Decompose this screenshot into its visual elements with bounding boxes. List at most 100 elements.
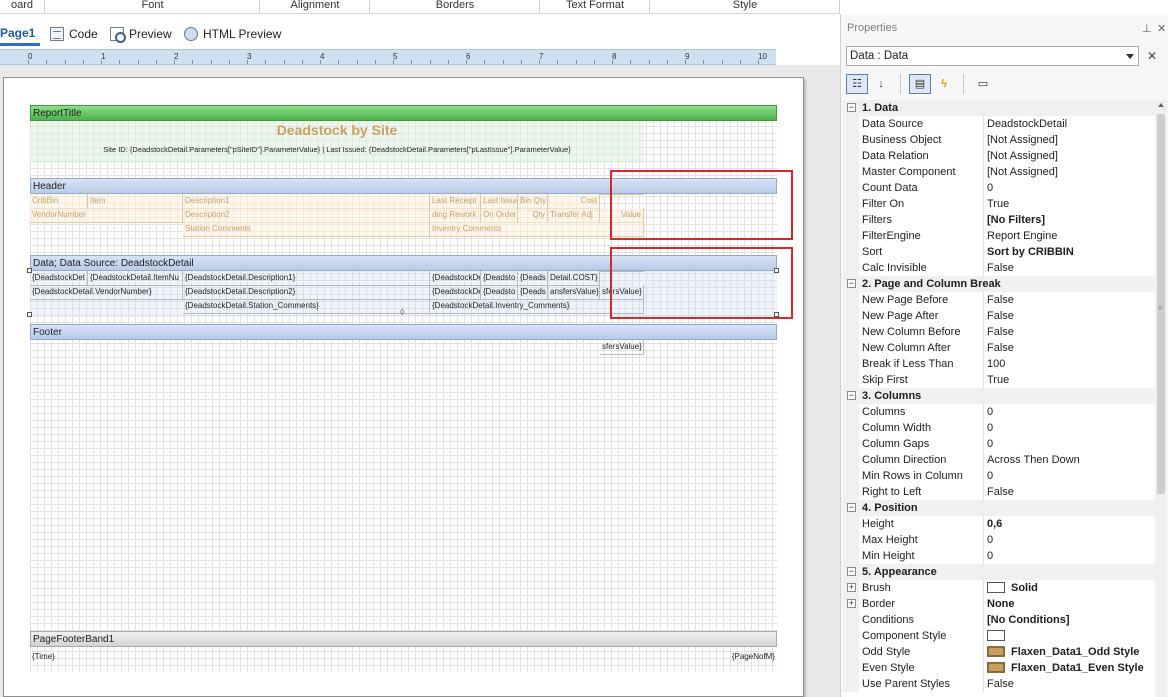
data-cell[interactable]: {DeadstockDetail.Station_Comments} (183, 299, 430, 314)
resize-handle[interactable] (27, 268, 32, 273)
property-row[interactable]: Even Style Flaxen_Data1_Even Style (843, 660, 1155, 676)
resize-handle[interactable] (27, 312, 32, 317)
property-category[interactable]: −5. Appearance (843, 564, 1155, 580)
move-handle-icon[interactable]: ◊ (400, 307, 404, 317)
property-value[interactable]: 0 (987, 436, 1155, 452)
expand-icon[interactable]: + (847, 583, 856, 592)
property-value[interactable]: Flaxen_Data1_Odd Style (987, 644, 1155, 660)
property-row[interactable]: Data Source DeadstockDetail (843, 116, 1155, 132)
property-value[interactable]: Solid (987, 580, 1155, 596)
header-cell[interactable]: ding Rework (430, 208, 481, 223)
property-value[interactable]: False (987, 260, 1155, 276)
property-value[interactable]: True (987, 196, 1155, 212)
data-cell[interactable]: {DeadstockDetail.ItemNu (88, 271, 183, 286)
scroll-up-icon[interactable] (1158, 103, 1164, 107)
property-value[interactable]: False (987, 484, 1155, 500)
property-value[interactable]: None (987, 596, 1155, 612)
property-value[interactable]: Sort by CRIBBIN (987, 244, 1155, 260)
header-cell[interactable]: Last Issue (481, 194, 518, 209)
events-icon[interactable]: ϟ (933, 74, 955, 94)
component-selector[interactable]: Data : Data (846, 46, 1139, 66)
data-cell[interactable]: {DeadstockDe (430, 285, 481, 300)
property-category[interactable]: −3. Columns (843, 388, 1155, 404)
property-value[interactable]: 0 (987, 420, 1155, 436)
property-value[interactable]: 0 (987, 548, 1155, 564)
data-cell[interactable]: {Deadsto (481, 285, 518, 300)
data-cell[interactable]: {DeadstockDet (30, 271, 88, 286)
property-value[interactable]: False (987, 292, 1155, 308)
report-area[interactable]: ReportTitle Deadstock by Site Site ID: {… (27, 105, 793, 672)
header-cell[interactable]: Station Comments (183, 222, 430, 237)
property-value[interactable]: DeadstockDetail (987, 116, 1155, 132)
property-category[interactable]: −4. Position (843, 500, 1155, 516)
property-row[interactable]: Master Component [Not Assigned] (843, 164, 1155, 180)
property-row[interactable]: Column Direction Across Then Down (843, 452, 1155, 468)
header-cell[interactable]: Description1 (183, 194, 430, 209)
data-cell[interactable] (30, 299, 183, 300)
band-footer[interactable]: Footer (30, 324, 777, 340)
band-page-footer[interactable]: PageFooterBand1 (30, 631, 777, 647)
property-value[interactable]: Across Then Down (987, 452, 1155, 468)
property-row[interactable]: Right to Left False (843, 484, 1155, 500)
collapse-icon[interactable]: − (847, 503, 856, 512)
page-footer-pagenofm[interactable]: {PageNofM} (718, 650, 777, 664)
property-value[interactable]: 0,6 (987, 516, 1155, 532)
footer-cell[interactable]: sfersValue} (600, 340, 644, 355)
properties-scrollbar[interactable]: ≡ (1155, 100, 1167, 697)
data-cell[interactable]: Detail.COST} (548, 271, 600, 286)
property-value[interactable]: [Not Assigned] (987, 132, 1155, 148)
data-cell[interactable]: {Deads (518, 271, 548, 286)
categorized-icon[interactable]: ☷ (846, 74, 868, 94)
header-cell[interactable]: Bin Qty (518, 194, 548, 209)
collapse-icon[interactable]: − (847, 103, 856, 112)
component-icon[interactable]: ▭ (972, 74, 994, 94)
property-row[interactable]: New Column After False (843, 340, 1155, 356)
data-cell[interactable]: {DeadstockDetail.Description2} (183, 285, 430, 300)
property-value[interactable]: 0 (987, 468, 1155, 484)
tab-preview[interactable]: Preview (110, 22, 172, 46)
property-row[interactable]: Min Height 0 (843, 548, 1155, 564)
header-cell[interactable]: On Order (481, 208, 518, 223)
data-cell[interactable]: {DeadstockDetail.Description1} (183, 271, 430, 286)
header-cell[interactable]: Last Receipt (430, 194, 481, 209)
pin-icon[interactable]: ⊥ (1142, 22, 1152, 35)
property-row[interactable]: Min Rows in Column 0 (843, 468, 1155, 484)
header-cell[interactable]: CribBin (30, 194, 88, 209)
report-subtitle-text[interactable]: Site ID: {DeadstockDetail.Parameters["pS… (30, 145, 644, 154)
property-row[interactable]: New Page Before False (843, 292, 1155, 308)
property-row[interactable]: Odd Style Flaxen_Data1_Odd Style (843, 644, 1155, 660)
property-category[interactable]: −2. Page and Column Break (843, 276, 1155, 292)
tab-page1[interactable]: Page1 (0, 22, 40, 46)
property-value[interactable]: [No Conditions] (987, 612, 1155, 628)
property-value[interactable]: False (987, 308, 1155, 324)
property-row[interactable]: New Page After False (843, 308, 1155, 324)
data-cell[interactable]: ansfersValue} (548, 285, 600, 300)
close-icon[interactable]: ✕ (1157, 22, 1166, 35)
properties-icon[interactable]: ▤ (909, 74, 931, 94)
property-row[interactable]: Height 0,6 (843, 516, 1155, 532)
property-row[interactable]: Sort Sort by CRIBBIN (843, 244, 1155, 260)
property-value[interactable]: [Not Assigned] (987, 148, 1155, 164)
property-value[interactable]: Report Engine (987, 228, 1155, 244)
header-cell[interactable]: Cost (548, 194, 600, 209)
property-row[interactable]: Business Object [Not Assigned] (843, 132, 1155, 148)
property-row[interactable]: Count Data 0 (843, 180, 1155, 196)
property-row[interactable]: Calc Invisible False (843, 260, 1155, 276)
collapse-icon[interactable]: − (847, 391, 856, 400)
tab-html-preview[interactable]: HTML Preview (184, 22, 281, 46)
header-cell[interactable]: Transfer Adj (548, 208, 600, 223)
property-row[interactable]: Skip First True (843, 372, 1155, 388)
property-row[interactable]: Component Style (843, 628, 1155, 644)
property-category[interactable]: −1. Data (843, 100, 1155, 116)
property-row[interactable]: Column Gaps 0 (843, 436, 1155, 452)
header-cell[interactable]: VendorNumber (30, 208, 183, 223)
property-row[interactable]: Max Height 0 (843, 532, 1155, 548)
property-value[interactable]: 0 (987, 180, 1155, 196)
property-value[interactable]: True (987, 372, 1155, 388)
property-row[interactable]: + Brush Solid (843, 580, 1155, 596)
property-row[interactable]: Columns 0 (843, 404, 1155, 420)
expand-icon[interactable]: + (847, 599, 856, 608)
header-cell[interactable] (30, 222, 183, 223)
property-row[interactable]: Conditions [No Conditions] (843, 612, 1155, 628)
header-cell[interactable]: Description2 (183, 208, 430, 223)
